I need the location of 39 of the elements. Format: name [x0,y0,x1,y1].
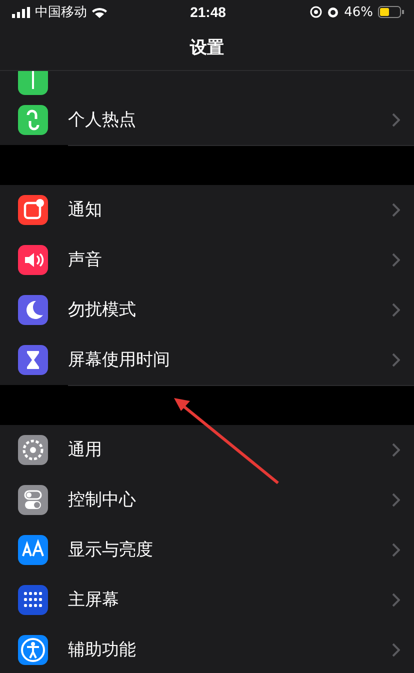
settings-row[interactable]: 辅助功能 [0,625,414,673]
settings-row[interactable]: 显示与亮度 [0,525,414,575]
settings-row[interactable]: 通知 [0,185,414,235]
nav-title: 设置 [190,36,224,58]
battery-percent: 46% [344,4,373,20]
battery-icon [378,6,404,18]
wifi-icon [92,6,107,18]
row-label: 显示与亮度 [68,539,153,561]
settings-row[interactable]: 主屏幕 [0,575,414,625]
settings-row[interactable]: 通用 [0,425,414,475]
chevron-icon [392,542,400,556]
carrier-name: 中国移动 [35,4,87,21]
alarm-icon [327,6,340,18]
row-label: 主屏幕 [68,589,119,611]
settings-row[interactable]: 勿扰模式 [0,285,414,335]
settings-row[interactable]: 个人热点 [0,95,414,145]
chevron-icon [392,642,400,656]
row-label: 控制中心 [68,489,136,511]
row-label: 勿扰模式 [68,299,136,321]
row-label: 声音 [68,249,102,271]
signal-icon [12,6,30,18]
settings-row[interactable]: 控制中心 [0,475,414,525]
row-label: 个人热点 [68,109,136,131]
row-label: 屏幕使用时间 [68,349,170,371]
row-label: 通用 [68,439,102,461]
chevron-icon [392,492,400,506]
settings-row[interactable]: 声音 [0,235,414,285]
row-label: 辅助功能 [68,639,136,661]
chevron-icon [392,302,400,316]
row-label: 通知 [68,199,102,221]
chevron-icon [392,252,400,266]
chevron-icon [392,112,400,126]
chevron-icon [392,442,400,456]
chevron-icon [392,352,400,366]
status-time: 21:48 [190,4,226,20]
settings-row[interactable]: 屏幕使用时间 [0,335,414,385]
rotation-lock-icon [310,6,322,18]
chevron-icon [392,202,400,216]
chevron-icon [392,592,400,606]
